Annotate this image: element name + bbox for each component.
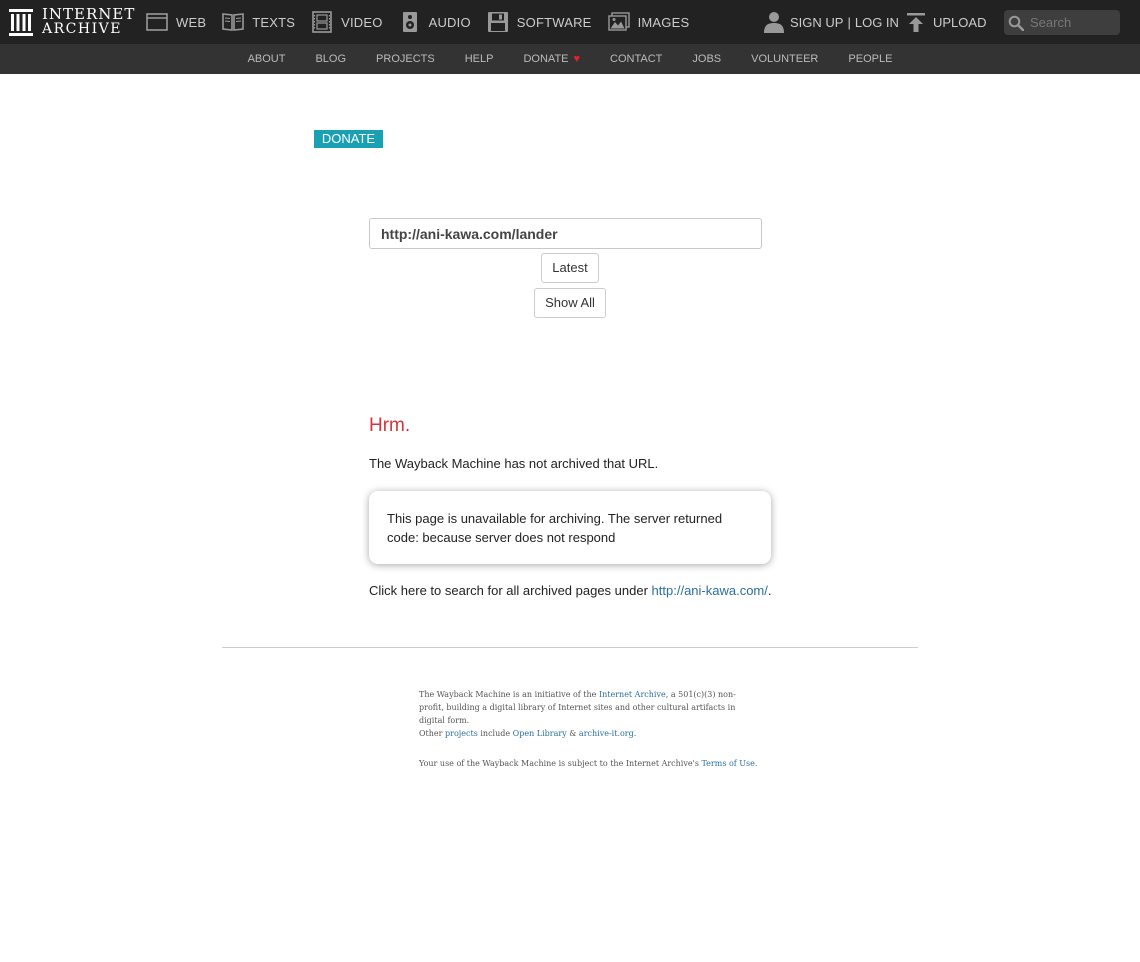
subnav-volunteer[interactable]: VOLUNTEER: [751, 53, 818, 65]
show-all-button[interactable]: Show All: [534, 288, 606, 318]
subnav-people[interactable]: PEOPLE: [848, 53, 892, 65]
error-card: This page is unavailable for archiving. …: [369, 491, 771, 564]
logo-line-1: INTERNET: [42, 5, 136, 23]
nav-images[interactable]: IMAGES: [607, 11, 690, 33]
image-icon: [607, 12, 630, 31]
upload-label: UPLOAD: [933, 14, 987, 30]
donate-button[interactable]: DONATE: [314, 130, 383, 148]
archive-building-icon: [9, 9, 33, 36]
nav-software[interactable]: SOFTWARE: [487, 11, 592, 33]
footer-divider: [222, 647, 918, 648]
book-icon: [222, 13, 245, 31]
footer-p1-amp: &: [566, 729, 579, 738]
search-under-message: Click here to search for all archived pa…: [369, 583, 772, 598]
subnav-projects-label: PROJECTS: [376, 53, 435, 65]
footer-p1-other: Other: [419, 729, 446, 738]
subnav-contact[interactable]: CONTACT: [610, 53, 662, 65]
search-box: [1004, 10, 1120, 35]
not-archived-message: The Wayback Machine has not archived tha…: [369, 456, 659, 471]
subnav-about[interactable]: ABOUT: [248, 53, 286, 65]
heart-icon: ♥: [573, 53, 581, 65]
url-input[interactable]: [369, 218, 762, 249]
projects-link[interactable]: projects: [445, 729, 478, 738]
nav-audio[interactable]: AUDIO: [399, 11, 471, 33]
upload-icon: [907, 13, 925, 32]
subnav-people-label: PEOPLE: [848, 53, 893, 65]
nav-web[interactable]: WEB: [146, 11, 206, 33]
log-in-link[interactable]: LOG IN: [855, 15, 899, 30]
internet-archive-link[interactable]: Internet Archive: [599, 690, 666, 699]
sign-up-link[interactable]: SIGN UP: [790, 15, 843, 30]
footer-p1-a: The Wayback Machine is an initiative of …: [419, 690, 599, 699]
user-area: SIGN UP | LOG IN: [764, 0, 899, 44]
nav-web-label: WEB: [176, 14, 207, 30]
subnav-donate-label: DONATE: [523, 53, 569, 65]
footer-paragraph-1: The Wayback Machine is an initiative of …: [419, 688, 759, 740]
subnav-about-label: ABOUT: [247, 53, 286, 65]
subnav-donate[interactable]: DONATE ♥: [523, 53, 580, 65]
search-under-suffix: .: [767, 583, 772, 598]
search-icon[interactable]: [1008, 15, 1024, 31]
film-icon: [312, 11, 332, 33]
footer-p1-include: include: [477, 729, 513, 738]
nav-audio-label: AUDIO: [428, 14, 471, 30]
nav-texts[interactable]: TEXTS: [222, 11, 295, 33]
footer-paragraph-2: Your use of the Wayback Machine is subje…: [419, 757, 759, 770]
footer-p1-end: .: [633, 729, 637, 738]
search-input[interactable]: [1028, 14, 1112, 31]
subnav-volunteer-label: VOLUNTEER: [751, 53, 819, 65]
user-separator: |: [847, 14, 851, 30]
subnav-contact-label: CONTACT: [610, 53, 663, 65]
subnav-help-label: HELP: [464, 53, 494, 65]
error-heading: Hrm.: [369, 415, 411, 436]
top-bar: INTERNET ARCHIVE WEB TEXTS VIDEO AUDIO S…: [0, 0, 1140, 44]
subnav-blog[interactable]: BLOG: [315, 53, 346, 65]
open-library-link[interactable]: Open Library: [513, 729, 567, 738]
latest-button[interactable]: Latest: [541, 253, 599, 283]
upload-button[interactable]: UPLOAD: [906, 0, 986, 44]
subnav-projects[interactable]: PROJECTS: [376, 53, 435, 65]
footer: The Wayback Machine is an initiative of …: [419, 688, 759, 770]
subnav-jobs[interactable]: JOBS: [692, 53, 721, 65]
internet-archive-logo[interactable]: INTERNET ARCHIVE: [8, 6, 135, 38]
nav-texts-label: TEXTS: [252, 14, 296, 30]
subnav-blog-label: BLOG: [315, 53, 347, 65]
nav-video[interactable]: VIDEO: [311, 11, 382, 33]
error-card-message: This page is unavailable for archiving. …: [387, 511, 723, 545]
nav-video-label: VIDEO: [341, 14, 383, 30]
search-under-link[interactable]: http://ani-kawa.com/: [652, 583, 768, 598]
floppy-icon: [487, 12, 508, 32]
archive-it-link[interactable]: archive-it.org: [579, 729, 634, 738]
web-icon: [146, 13, 168, 31]
user-icon: [764, 12, 784, 33]
nav-images-label: IMAGES: [637, 14, 690, 30]
nav-software-label: SOFTWARE: [516, 14, 592, 30]
subnav-jobs-label: JOBS: [692, 53, 722, 65]
logo-line-2: ARCHIVE: [42, 21, 122, 37]
media-nav: WEB TEXTS VIDEO AUDIO SOFTWARE IMAGES: [146, 0, 705, 44]
footer-p2-a: Your use of the Wayback Machine is subje…: [419, 759, 702, 768]
search-under-prefix: Click here to search for all archived pa…: [369, 583, 652, 598]
terms-of-use-link[interactable]: Terms of Use: [701, 759, 754, 768]
logo-text: INTERNET ARCHIVE: [42, 7, 135, 37]
subnav-help[interactable]: HELP: [465, 53, 494, 65]
sub-nav: ABOUT BLOG PROJECTS HELP DONATE ♥ CONTACT…: [0, 44, 1140, 74]
footer-p2-end: .: [754, 759, 758, 768]
speaker-icon: [402, 12, 417, 32]
